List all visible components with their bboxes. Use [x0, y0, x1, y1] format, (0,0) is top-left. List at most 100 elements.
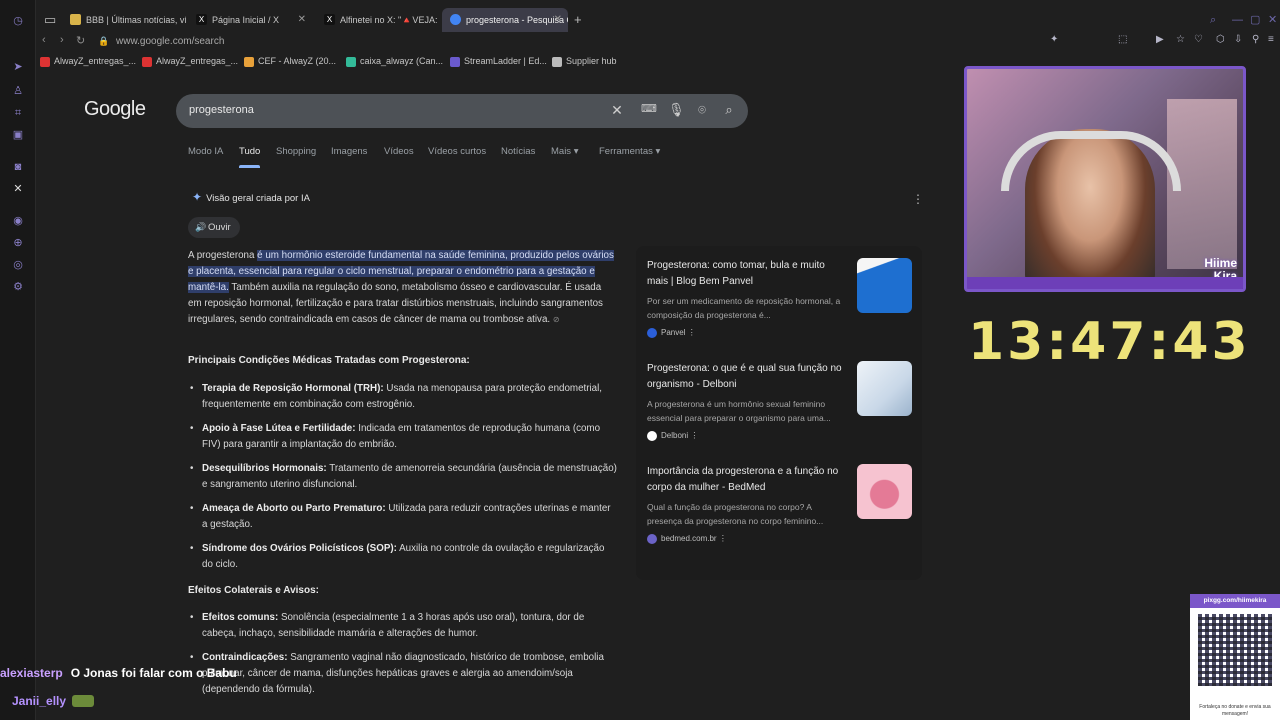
card-source[interactable]: Panvel ⋮ [647, 328, 696, 338]
sidebar-app-icon[interactable]: ⌗ [11, 106, 25, 120]
twitch-icon[interactable]: ◙ [11, 160, 25, 174]
menu-icon[interactable]: ≡ [1268, 34, 1274, 45]
sidebar-app-icon[interactable]: ▣ [11, 128, 25, 142]
tab-tudo[interactable]: Tudo [239, 146, 261, 168]
sparkle-icon: ✦ [192, 190, 203, 204]
heart-icon[interactable]: ♡ [1194, 34, 1203, 45]
sidebar-app-icon[interactable]: ⊕ [11, 236, 25, 250]
bookmark-item[interactable]: Supplier hub [552, 56, 617, 67]
list-item-title[interactable]: Ameaça de Aborto ou Parto Prematuro: [202, 503, 386, 514]
sidebar-app-icon[interactable]: ◎ [11, 258, 25, 272]
bookmark-item[interactable]: StreamLadder | Ed... [450, 56, 547, 67]
search-icon[interactable]: ⌕ [721, 102, 737, 118]
card-title[interactable]: Progesterona: o que é e qual sua função … [647, 361, 847, 393]
tab-google-search[interactable]: progesterona - Pesquisa G ✕ [442, 8, 568, 32]
list-item-title[interactable]: Desequilíbrios Hormonais: [202, 463, 327, 474]
link-icon[interactable]: ⊘ [553, 315, 560, 324]
bookmark-star-icon[interactable]: ☆ [1176, 34, 1185, 45]
more-options-icon[interactable]: ⋮ [912, 192, 924, 206]
sidebar-app-icon[interactable]: ➤ [11, 60, 25, 74]
tab-noticias[interactable]: Notícias [501, 146, 535, 157]
card-title[interactable]: Progesterona: como tomar, bula e muito m… [647, 258, 847, 290]
bookmark-item[interactable]: caixa_alwayz (Can... [346, 56, 443, 67]
search-input[interactable]: progesterona [189, 104, 254, 116]
download-icon[interactable]: ⇩ [1234, 34, 1242, 45]
maximize-icon[interactable]: ▢ [1250, 8, 1260, 32]
card-source[interactable]: bedmed.com.br ⋮ [647, 534, 727, 544]
source-label: Panvel [661, 328, 686, 337]
card-thumbnail[interactable] [857, 464, 912, 519]
x-icon: X [324, 14, 335, 25]
qr-code-image [1198, 614, 1272, 686]
list-item: Efeitos comuns: Sonolência (especialment… [188, 610, 618, 642]
tab-videos[interactable]: Vídeos [384, 146, 414, 157]
back-icon[interactable]: ‹ [42, 34, 46, 46]
more-options-icon[interactable]: ⋮ [688, 328, 696, 337]
bookmark-label: Supplier hub [566, 56, 617, 66]
minimize-icon[interactable]: — [1232, 8, 1243, 32]
sidebar-app-icon[interactable]: ♙ [11, 84, 25, 98]
tab-label: Página Inicial / X [212, 15, 280, 25]
lock-icon: 🔒 [98, 36, 110, 46]
microphone-icon[interactable]: 🎙 [668, 102, 685, 118]
list-item-title[interactable]: Apoio à Fase Lútea e Fertilidade: [202, 423, 356, 434]
sidebar-app-icon[interactable]: ◉ [11, 214, 25, 228]
list-item: Contraindicações: Sangramento vaginal nã… [188, 650, 618, 698]
more-options-icon[interactable]: ⋮ [690, 431, 698, 440]
extension-icon[interactable]: ⬡ [1216, 34, 1225, 45]
clear-icon[interactable]: ✕ [609, 102, 625, 119]
card-thumbnail[interactable] [857, 258, 912, 313]
forward-icon[interactable]: › [60, 34, 64, 46]
tab-imagens[interactable]: Imagens [331, 146, 367, 157]
tab-shopping[interactable]: Shopping [276, 146, 316, 157]
tab-mais[interactable]: Mais ▾ [551, 146, 578, 157]
qr-footer: Fortaleça no donate e envia sua mensagem… [1199, 704, 1271, 717]
more-options-icon[interactable]: ⋮ [719, 534, 727, 543]
card-title[interactable]: Importância da progesterona e a função n… [647, 464, 847, 496]
keyboard-icon[interactable]: ⌨ [641, 102, 657, 115]
card-source[interactable]: Delboni ⋮ [647, 431, 698, 441]
bookmark-item[interactable]: CEF - AlwayZ (20... [244, 56, 336, 67]
bookmark-item[interactable]: AlwayZ_entregas_... [40, 56, 136, 67]
tab-grid-icon[interactable]: ▭ [44, 8, 56, 32]
source-label: Delboni [661, 431, 689, 440]
bookmark-item[interactable]: AlwayZ_entregas_... [142, 56, 238, 67]
extension-icon[interactable]: ⬚ [1118, 34, 1127, 45]
list-item-title: Efeitos comuns: [202, 612, 279, 623]
ai-overview-header: ✦ Visão geral criada por IA [192, 190, 310, 204]
listen-button[interactable]: 🔊 Ouvir [188, 217, 240, 238]
extension-icon[interactable]: ✦ [1050, 34, 1058, 45]
close-window-icon[interactable]: ✕ [1268, 8, 1277, 32]
tab-alfinetei[interactable]: X Alfinetei no X: "🔺VEJA: Ju [316, 8, 440, 32]
history-icon[interactable]: ◷ [11, 14, 25, 28]
x-icon[interactable]: ✕ [11, 182, 25, 196]
close-tab-icon[interactable]: ✕ [554, 8, 562, 32]
tab-bbb[interactable]: BBB | Últimas notícias, víd [62, 8, 186, 32]
chevron-down-icon: ▾ [655, 146, 661, 157]
close-tab-icon[interactable]: ✕ [298, 8, 306, 32]
reload-icon[interactable]: ↻ [76, 34, 85, 47]
address-bar[interactable]: www.google.com/search [116, 36, 224, 47]
extension-icon[interactable]: ⚲ [1252, 34, 1259, 45]
tab-x-home[interactable]: X Página Inicial / X ✕ [188, 8, 312, 32]
list-item-title[interactable]: Terapia de Reposição Hormonal (TRH): [202, 383, 384, 394]
google-logo[interactable]: Google [84, 98, 146, 121]
tab-ferramentas[interactable]: Ferramentas ▾ [599, 146, 660, 157]
settings-icon[interactable]: ⚙ [11, 280, 25, 294]
extension-icon[interactable]: ▶ [1156, 34, 1164, 45]
list-item-title[interactable]: Síndrome dos Ovários Policísticos (SOP): [202, 543, 397, 554]
lens-icon[interactable]: ⌾ [694, 102, 710, 118]
card-thumbnail[interactable] [857, 361, 912, 416]
screen: { "browser": { "tabs": [ {"label": "BBB … [0, 0, 1280, 720]
tab-modo-ia[interactable]: Modo IA [188, 146, 223, 157]
search-box[interactable]: progesterona ✕ ⌨ 🎙 ⌾ ⌕ [176, 94, 748, 128]
search-tabs-icon[interactable]: ⌕ [1210, 8, 1216, 32]
new-tab-button[interactable]: + [574, 8, 582, 32]
stream-clock: 13:47:43 [968, 312, 1251, 372]
tab-videos-curtos[interactable]: Vídeos curtos [428, 146, 486, 157]
list-item: Síndrome dos Ovários Policísticos (SOP):… [188, 541, 618, 573]
source-cards: Progesterona: como tomar, bula e muito m… [636, 246, 922, 580]
emote-icon [72, 695, 95, 707]
bookmark-icon [244, 57, 254, 67]
chat-text: O Jonas foi falar com o Babu [70, 666, 237, 680]
